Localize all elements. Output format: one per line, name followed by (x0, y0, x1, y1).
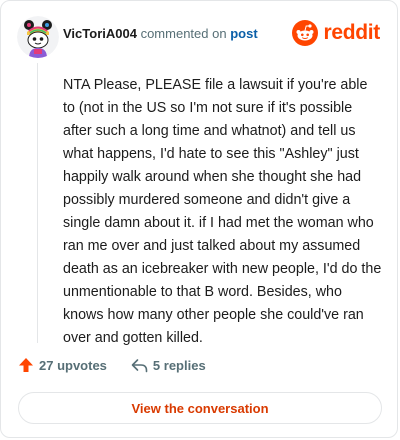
comment-header: VicToriA004 commented on post (63, 26, 258, 41)
reply-arrow-icon (131, 358, 148, 372)
upvote-arrow-icon (19, 358, 33, 372)
replies-count: 5 replies (152, 357, 206, 373)
snoo-avatar-icon (17, 16, 59, 58)
comment-actions: 27 upvotes 5 replies (18, 357, 230, 373)
username[interactable]: VicToriA004 (63, 26, 137, 41)
comment-body: NTA Please, PLEASE file a lawsuit if you… (63, 77, 382, 346)
user-avatar[interactable] (17, 16, 59, 58)
reddit-logo-icon (292, 20, 319, 46)
brand-wordmark: reddit (323, 21, 380, 44)
replies-action[interactable]: 5 replies (131, 358, 206, 373)
post-link[interactable]: post (230, 26, 257, 41)
reddit-brand[interactable]: reddit (292, 20, 380, 46)
embedded-comment-card: VicToriA004 commented on post reddit NTA… (0, 0, 398, 438)
upvote-action[interactable]: 27 upvotes (18, 357, 107, 373)
view-conversation-button[interactable]: View the conversation (18, 392, 382, 424)
upvote-count: 27 upvotes (39, 357, 107, 373)
action-text: commented on (140, 26, 227, 41)
thread-line (37, 63, 38, 343)
